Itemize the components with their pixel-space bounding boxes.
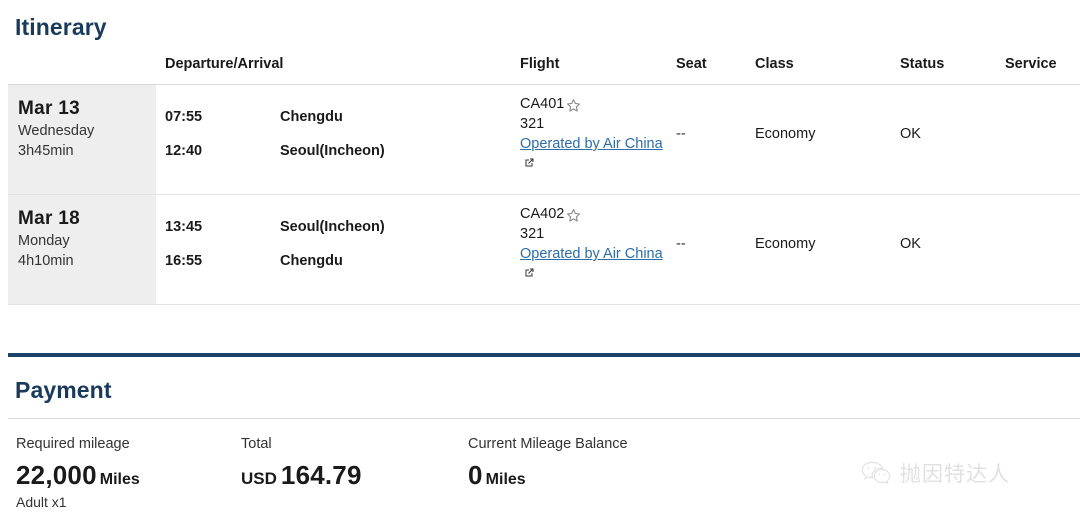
departure-time: 13:45: [165, 219, 203, 235]
flight-date-cell: Mar 18 Monday 4h10min: [8, 195, 156, 304]
aircraft-type: 321: [520, 226, 545, 242]
flight-date: Mar 13: [18, 98, 81, 119]
arrival-airport: Chengdu: [280, 253, 343, 269]
status-badge: OK: [900, 126, 921, 142]
external-link-icon[interactable]: [523, 266, 535, 278]
current-mileage-balance-unit: Miles: [485, 471, 526, 488]
column-header-seat: Seat: [676, 56, 707, 72]
payment-section-title: Payment: [15, 377, 112, 403]
column-header-flight: Flight: [520, 56, 560, 72]
flight-number: CA402: [520, 206, 565, 222]
flight-duration: 3h45min: [18, 143, 74, 159]
current-mileage-balance-value: 0 Miles: [468, 460, 628, 491]
operated-by-line: Operated by Air China: [520, 134, 666, 173]
passenger-count: Adult x1: [16, 494, 67, 510]
total-block: Total USD 164.79: [241, 434, 362, 491]
departure-time: 07:55: [165, 109, 203, 125]
departure-airport: Chengdu: [280, 109, 343, 125]
table-row: Mar 18 Monday 4h10min 13:45 Seoul(Incheo…: [8, 195, 1080, 305]
required-mileage-value: 22,000 Miles: [16, 460, 140, 491]
table-row: Mar 13 Wednesday 3h45min 07:55 Chengdu 1…: [8, 85, 1080, 195]
flight-date: Mar 18: [18, 208, 81, 229]
flight-weekday: Wednesday: [18, 123, 95, 139]
class-value: Economy: [755, 236, 816, 252]
star-icon: [566, 208, 581, 223]
watermark-text: 抛因特达人: [900, 462, 1010, 486]
required-mileage-amount: 22,000: [16, 460, 97, 490]
column-header-class: Class: [755, 56, 794, 72]
itinerary-table: Departure/Arrival Flight Seat Class Stat…: [0, 50, 1080, 305]
current-mileage-balance-label: Current Mileage Balance: [468, 436, 628, 452]
total-label: Total: [241, 436, 272, 452]
arrival-time: 12:40: [165, 143, 203, 159]
flight-info-cell: CA401 321 Operated by Air China: [520, 94, 666, 173]
flight-duration: 4h10min: [18, 253, 74, 269]
column-header-status: Status: [900, 56, 945, 72]
payment-header-rule: [8, 418, 1080, 419]
seat-value: --: [676, 236, 686, 252]
current-mileage-balance-amount: 0: [468, 460, 483, 490]
flight-number: CA401: [520, 96, 565, 112]
total-currency: USD: [241, 469, 277, 488]
class-value: Economy: [755, 126, 816, 142]
column-header-departure-arrival: Departure/Arrival: [165, 56, 284, 72]
wechat-icon: [861, 460, 891, 486]
section-divider: [8, 353, 1080, 357]
watermark: 抛因特达人: [861, 458, 1010, 488]
required-mileage-unit: Miles: [99, 471, 140, 488]
column-header-service: Service: [1005, 56, 1057, 72]
status-badge: OK: [900, 236, 921, 252]
required-mileage-block: Required mileage 22,000 Miles Adult x1: [16, 434, 140, 510]
departure-airport: Seoul(Incheon): [280, 219, 385, 235]
booking-confirmation-page: Itinerary Departure/Arrival Flight Seat …: [0, 0, 1080, 530]
total-amount: 164.79: [280, 460, 362, 490]
external-link-icon[interactable]: [523, 156, 535, 168]
flight-number-line: CA402: [520, 204, 666, 224]
flight-date-cell: Mar 13 Wednesday 3h45min: [8, 85, 156, 194]
flight-weekday: Monday: [18, 233, 70, 249]
operated-by-link[interactable]: Operated by Air China: [520, 246, 663, 262]
arrival-time: 16:55: [165, 253, 203, 269]
flight-number-line: CA401: [520, 94, 666, 114]
current-mileage-balance-block: Current Mileage Balance 0 Miles: [468, 434, 628, 491]
seat-value: --: [676, 126, 686, 142]
flight-info-cell: CA402 321 Operated by Air China: [520, 204, 666, 283]
itinerary-section-title: Itinerary: [15, 14, 107, 40]
star-icon: [566, 98, 581, 113]
required-mileage-label: Required mileage: [16, 436, 130, 452]
itinerary-table-header: Departure/Arrival Flight Seat Class Stat…: [8, 50, 1080, 85]
arrival-airport: Seoul(Incheon): [280, 143, 385, 159]
aircraft-type: 321: [520, 116, 545, 132]
operated-by-line: Operated by Air China: [520, 244, 666, 283]
operated-by-link[interactable]: Operated by Air China: [520, 136, 663, 152]
total-value: USD 164.79: [241, 460, 362, 491]
